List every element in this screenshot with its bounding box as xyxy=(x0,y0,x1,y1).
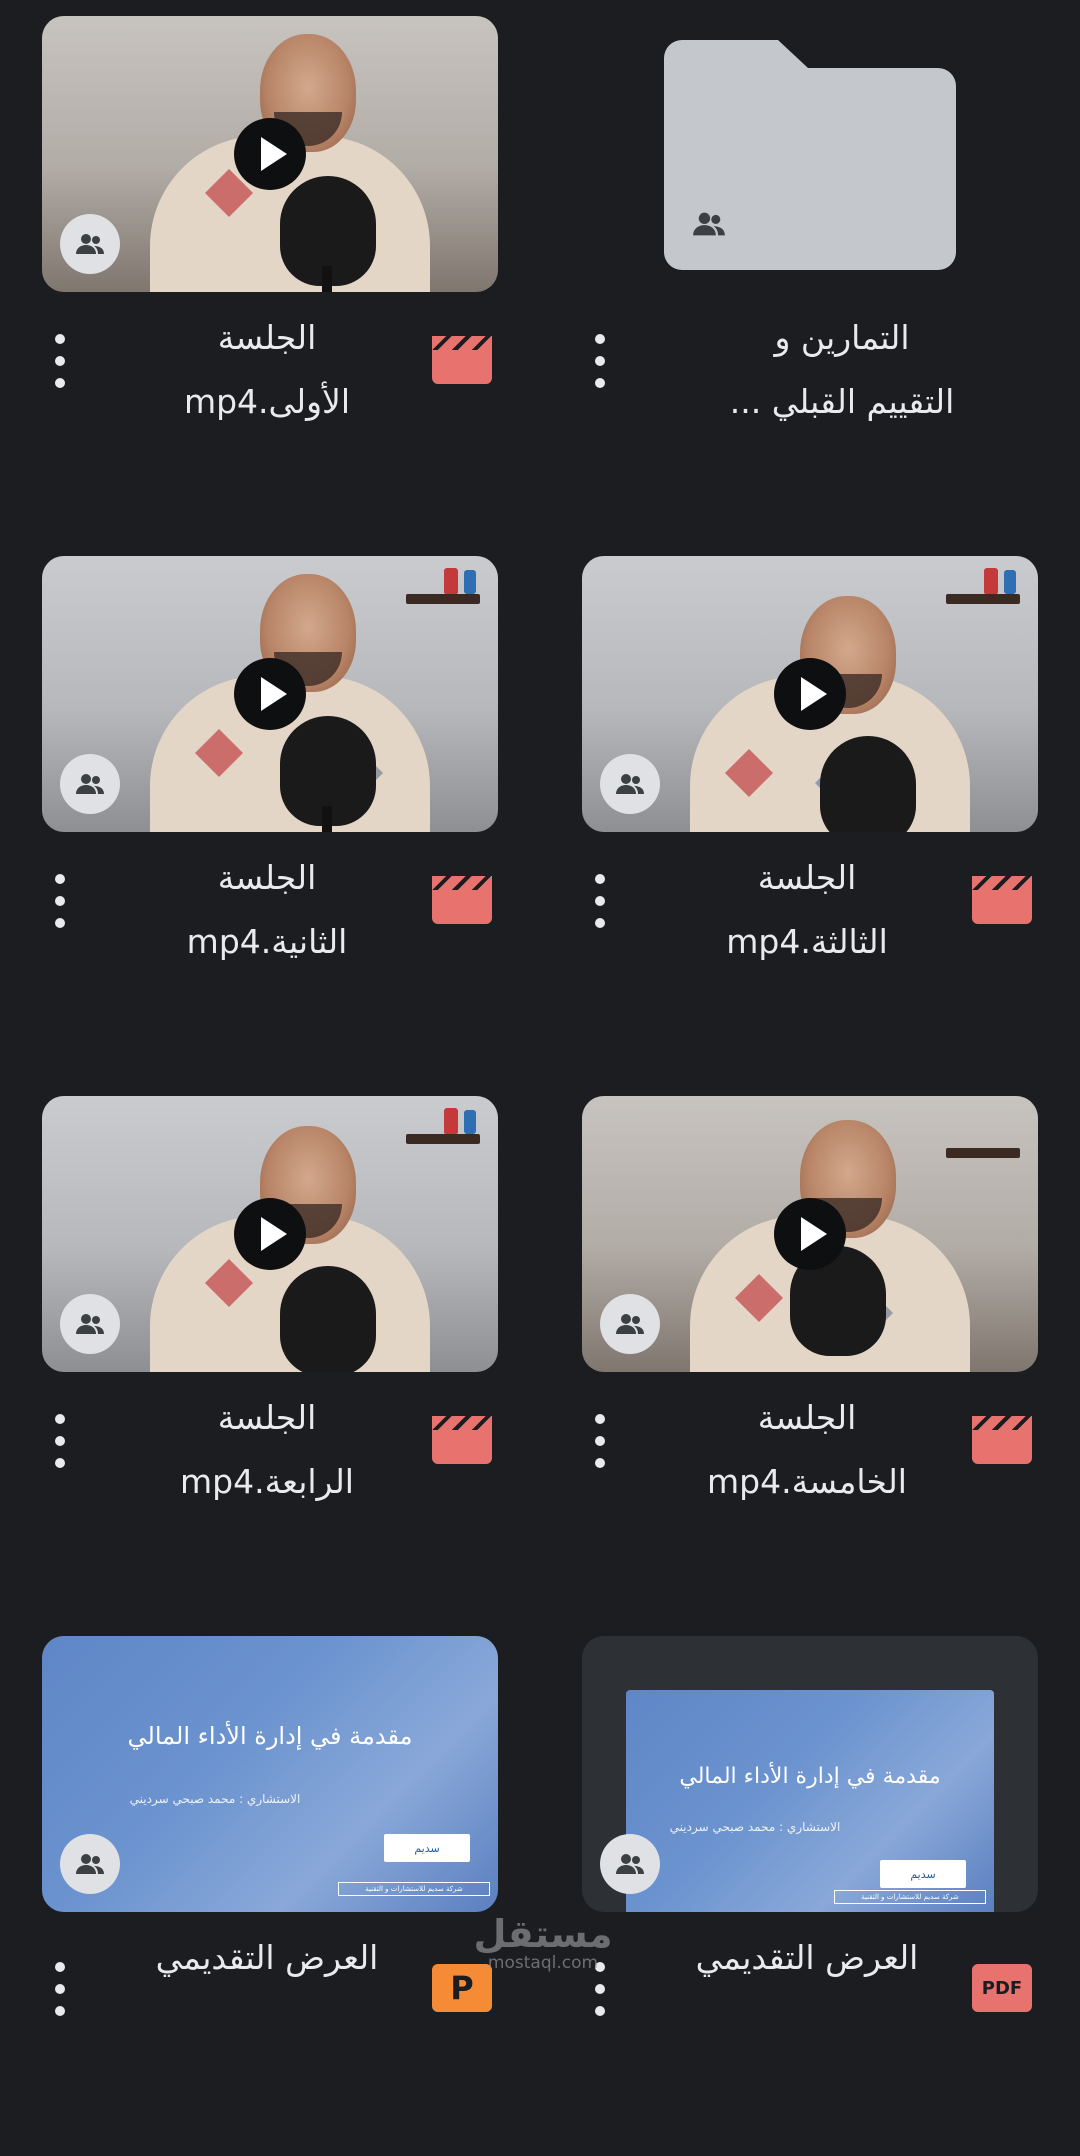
video-thumbnail[interactable] xyxy=(42,556,498,832)
folder-card-exercises[interactable]: التمارين و التقييم القبلي ... xyxy=(582,16,1038,536)
video-file-icon xyxy=(432,336,492,384)
shared-people-icon xyxy=(60,1294,120,1354)
file-card-session-1[interactable]: الجلسة الأولى.mp4 xyxy=(42,16,498,536)
file-name: العرض التقديمي xyxy=(695,1938,919,1977)
file-card-session-4[interactable]: الجلسة الرابعة.mp4 xyxy=(42,1096,498,1616)
play-icon[interactable] xyxy=(234,1198,306,1270)
pdf-file-icon: PDF xyxy=(972,1964,1032,2012)
more-options-icon[interactable] xyxy=(50,334,70,388)
more-options-icon[interactable] xyxy=(50,874,70,928)
more-options-icon[interactable] xyxy=(50,1414,70,1468)
folder-name: التمارين و التقييم القبلي ... xyxy=(729,318,955,421)
video-file-icon xyxy=(972,876,1032,924)
play-icon[interactable] xyxy=(774,1198,846,1270)
file-card-session-3[interactable]: الجلسة الثالثة.mp4 xyxy=(582,556,1038,1076)
folder-thumbnail[interactable] xyxy=(582,16,1038,292)
video-thumbnail[interactable] xyxy=(42,1096,498,1372)
file-card-presentation-ppt[interactable]: مقدمة في إدارة الأداء المالي الاستشاري :… xyxy=(42,1636,498,2156)
file-name: الجلسة الثانية.mp4 xyxy=(186,858,348,961)
slide-preview: مقدمة في إدارة الأداء المالي الاستشاري :… xyxy=(626,1690,994,1912)
shared-people-icon xyxy=(60,754,120,814)
file-card-session-5[interactable]: الجلسة الخامسة.mp4 xyxy=(582,1096,1038,1616)
more-options-icon[interactable] xyxy=(590,1414,610,1468)
more-options-icon[interactable] xyxy=(50,1962,70,2016)
play-icon[interactable] xyxy=(234,658,306,730)
shared-people-icon xyxy=(60,1834,120,1894)
company-logo: سديم xyxy=(384,1834,470,1862)
presentation-thumbnail[interactable]: مقدمة في إدارة الأداء المالي الاستشاري :… xyxy=(42,1636,498,1912)
shared-people-icon xyxy=(600,1834,660,1894)
file-name: الجلسة الخامسة.mp4 xyxy=(707,1398,907,1501)
play-icon[interactable] xyxy=(234,118,306,190)
file-name: العرض التقديمي xyxy=(155,1938,379,1977)
watermark: مستقل mostaql.com xyxy=(473,1912,613,1973)
video-thumbnail[interactable] xyxy=(582,556,1038,832)
video-thumbnail[interactable] xyxy=(42,16,498,292)
video-file-icon xyxy=(432,876,492,924)
file-name: الجلسة الثالثة.mp4 xyxy=(726,858,888,961)
play-icon[interactable] xyxy=(774,658,846,730)
file-name: الجلسة الأولى.mp4 xyxy=(183,318,351,421)
video-file-icon xyxy=(972,1416,1032,1464)
shared-people-icon xyxy=(600,1294,660,1354)
file-card-session-2[interactable]: الجلسة الثانية.mp4 xyxy=(42,556,498,1076)
file-name: الجلسة الرابعة.mp4 xyxy=(180,1398,354,1501)
company-logo: سديم xyxy=(880,1860,966,1888)
more-options-icon[interactable] xyxy=(590,874,610,928)
file-card-presentation-pdf[interactable]: مقدمة في إدارة الأداء المالي الاستشاري :… xyxy=(582,1636,1038,2156)
shared-people-icon xyxy=(600,754,660,814)
shared-people-icon xyxy=(692,211,726,241)
video-thumbnail[interactable] xyxy=(582,1096,1038,1372)
shared-people-icon xyxy=(60,214,120,274)
pdf-thumbnail[interactable]: مقدمة في إدارة الأداء المالي الاستشاري :… xyxy=(582,1636,1038,1912)
more-options-icon[interactable] xyxy=(590,334,610,388)
video-file-icon xyxy=(432,1416,492,1464)
